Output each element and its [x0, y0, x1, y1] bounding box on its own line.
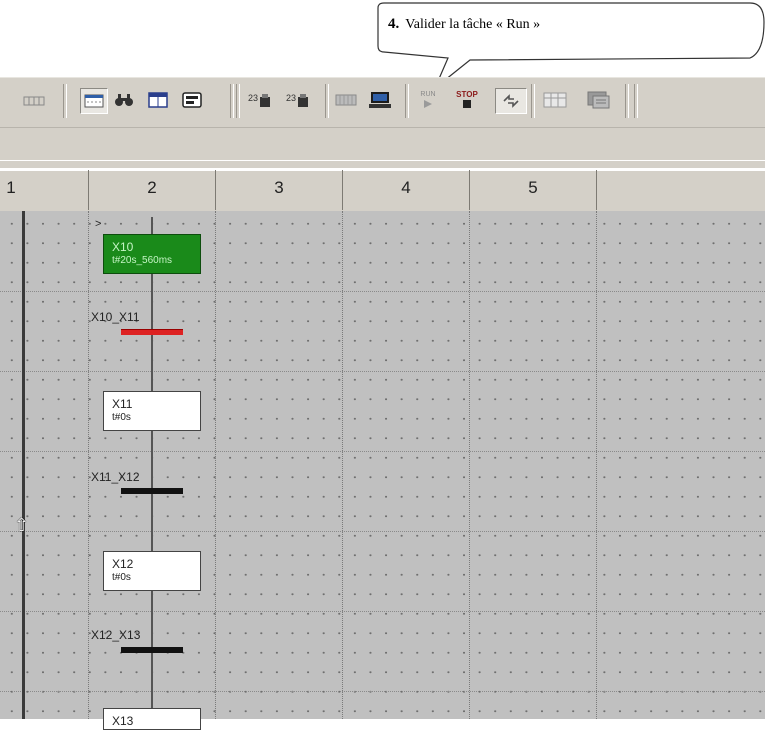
grid-row-line — [0, 691, 765, 692]
toolbar-separator — [236, 84, 240, 118]
svg-text:23: 23 — [286, 93, 296, 103]
loop-back-line — [22, 211, 25, 719]
toolbar-separator — [63, 84, 67, 118]
toolbar-separator — [625, 84, 629, 118]
grid-column-line — [342, 211, 343, 719]
step-name: X12 — [112, 557, 134, 571]
transition-label: X11_X12 — [91, 470, 140, 484]
callout-step-number: 4. — [388, 16, 400, 32]
step-time: t#0s — [112, 412, 131, 423]
column-divider — [88, 170, 89, 210]
up-arrow-icon: ⇧ — [14, 515, 30, 535]
binoculars-icon[interactable] — [112, 90, 136, 110]
step-name: X10 — [112, 240, 134, 254]
column-label-1: 1 — [6, 178, 16, 197]
callout-text: 4. Valider la tâche « Run » — [388, 16, 540, 33]
transition-label: X12_X13 — [91, 628, 141, 642]
column-divider — [342, 170, 343, 210]
column-label-2: 2 — [147, 178, 157, 197]
grid-column-line — [469, 211, 470, 719]
window-icon[interactable] — [146, 90, 170, 110]
panel-icon[interactable] — [180, 90, 204, 110]
transition-x10-x11[interactable] — [121, 329, 183, 335]
sfc-grid[interactable] — [0, 211, 765, 719]
debug-icon-2[interactable]: 23 — [285, 90, 311, 110]
table-icon[interactable] — [541, 90, 569, 110]
config-icon[interactable] — [585, 90, 613, 110]
step-x11[interactable]: X11 t#0s — [103, 391, 201, 431]
step-time: t#20s_560ms — [112, 255, 173, 266]
sequence-line — [151, 217, 153, 719]
computer-icon[interactable] — [367, 90, 393, 110]
transition-x11-x12[interactable] — [121, 488, 183, 494]
column-label-4: 4 — [401, 178, 411, 197]
memory-icon[interactable] — [334, 90, 358, 110]
grid-column-line — [215, 211, 216, 719]
column-header — [0, 170, 765, 212]
column-divider — [215, 170, 216, 210]
dotted-grid-icon[interactable] — [80, 88, 108, 114]
transition-x12-x13[interactable] — [121, 647, 183, 653]
grid-row-line — [0, 531, 765, 532]
run-label: RUN — [420, 91, 436, 98]
strip-divider — [0, 160, 765, 161]
grid-row-line — [0, 451, 765, 452]
column-label-3: 3 — [274, 178, 284, 197]
initial-step-marker: > — [95, 218, 102, 230]
callout-label: Valider la tâche « Run » — [405, 17, 541, 32]
status-strip — [0, 127, 765, 168]
stop-icon[interactable]: STOP — [453, 90, 481, 110]
column-divider — [596, 170, 597, 210]
cycle-icon[interactable] — [495, 88, 527, 114]
column-label-5: 5 — [528, 178, 538, 197]
run-icon[interactable]: RUN — [415, 90, 441, 110]
step-time: t#0s — [112, 572, 131, 583]
grid-row-line — [0, 371, 765, 372]
toolbar-separator — [634, 84, 638, 118]
grid-row-line — [0, 611, 765, 612]
step-x12[interactable]: X12 t#0s — [103, 551, 201, 591]
stop-label: STOP — [456, 90, 478, 99]
toolbar-separator — [230, 84, 234, 118]
debug-icon-1[interactable]: 23 — [247, 90, 273, 110]
toolbar-separator — [531, 84, 535, 118]
toolbar-separator — [405, 84, 409, 118]
grid-row-line — [0, 291, 765, 292]
toolbar-separator — [325, 84, 329, 118]
step-x10[interactable]: X10 t#20s_560ms — [103, 234, 201, 274]
grid-column-line — [596, 211, 597, 719]
transition-label: X10_X11 — [91, 310, 140, 324]
svg-text:23: 23 — [248, 93, 258, 103]
step-name: X11 — [112, 397, 133, 411]
step-x13[interactable]: X13 — [103, 708, 201, 730]
column-divider — [469, 170, 470, 210]
grid-icon[interactable] — [22, 90, 46, 110]
step-name: X13 — [112, 714, 134, 728]
grid-column-line — [88, 211, 89, 719]
